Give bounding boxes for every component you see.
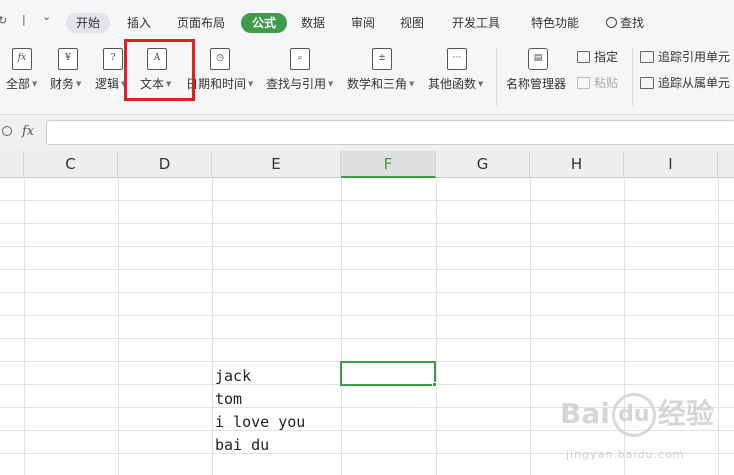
grid-line (0, 315, 734, 316)
tab-formulas[interactable]: 公式 (241, 13, 288, 33)
tab-special[interactable]: 特色功能 (531, 13, 579, 33)
tab-view[interactable]: 视图 (400, 13, 424, 33)
name-manager-icon: ▤ (528, 48, 548, 70)
math-trig-label: 数学和三角 ▼ (347, 77, 415, 91)
zoom-icon[interactable] (2, 125, 12, 140)
all-functions-button[interactable]: fx 全部 ▼ (6, 44, 46, 108)
tab-data[interactable]: 数据 (301, 13, 325, 33)
all-functions-label: 全部 ▼ (6, 77, 38, 91)
paste-label: 粘贴 (594, 76, 619, 90)
column-header-h[interactable]: H (530, 151, 624, 178)
cell-e-i-love-you[interactable]: i love you (215, 413, 305, 431)
date-time-button[interactable]: ◷ 日期和时间 ▼ (186, 44, 258, 108)
finance-icon: ¥ (58, 48, 78, 70)
logic-icon: ? (103, 48, 123, 70)
paste-icon (577, 77, 590, 89)
cell-e-bai-du[interactable]: bai du (215, 436, 269, 454)
trace-dependents-button[interactable]: 追踪从属单元 (640, 74, 730, 92)
lookup-icon: ⌕ (290, 48, 310, 70)
clock-icon: ◷ (210, 48, 230, 70)
assign-label: 指定 (594, 50, 619, 64)
highlight-box (124, 39, 195, 101)
formula-input[interactable] (46, 120, 734, 145)
column-header-f[interactable]: F (341, 151, 436, 178)
tab-search[interactable]: 查找 (606, 13, 644, 33)
column-header-i[interactable]: I (624, 151, 718, 178)
selected-cell[interactable] (340, 361, 436, 386)
column-header-e[interactable]: E (212, 151, 341, 178)
math-icon: ± (372, 48, 392, 70)
formula-bar: fx (0, 115, 734, 151)
fill-handle[interactable] (432, 382, 437, 387)
other-functions-label: 其他函数 ▼ (428, 77, 484, 91)
logic-label: 逻辑 ▼ (95, 77, 127, 91)
lookup-reference-label: 查找与引用 ▼ (266, 77, 334, 91)
trace-precedents-label: 追踪引用单元 (658, 50, 731, 64)
grid-line (0, 338, 734, 339)
vertical-divider: | (22, 13, 26, 26)
grid-line (0, 200, 734, 201)
search-icon (606, 17, 617, 28)
cell-e-tom[interactable]: tom (215, 390, 242, 408)
tab-home[interactable]: 开始 (66, 13, 111, 33)
function-icon: fx (12, 48, 32, 70)
finance-button[interactable]: ¥ 财务 ▼ (50, 44, 90, 108)
finance-label: 财务 ▼ (50, 77, 82, 91)
math-trig-button[interactable]: ± 数学和三角 ▼ (347, 44, 421, 108)
tab-page-layout[interactable]: 页面布局 (177, 13, 225, 33)
ribbon-separator (632, 48, 633, 106)
name-manager-button[interactable]: ▤ 名称管理器 (506, 44, 572, 108)
ribbon: fx 全部 ▼ ¥ 财务 ▼ ? 逻辑 ▼ A 文本 ▼ ◷ 日期和时间 ▼ ⌕ 查找与引… (0, 44, 734, 115)
paw-icon: du (611, 393, 656, 437)
column-header-c[interactable]: C (24, 151, 118, 178)
table-icon (577, 51, 590, 63)
menu-bar: ↻ | ⌄ 开始 插入 页面布局 公式 数据 审阅 视图 开发工具 特色功能 查… (0, 0, 734, 44)
grid-line (0, 246, 734, 247)
grid-line (0, 223, 734, 224)
name-manager-label: 名称管理器 (506, 77, 567, 91)
cell-e-jack[interactable]: jack (215, 367, 251, 385)
paste-button[interactable]: 粘贴 (577, 74, 618, 92)
insert-function-icon[interactable]: fx (22, 124, 34, 139)
more-functions-icon: ··· (447, 48, 467, 70)
lookup-reference-button[interactable]: ⌕ 查找与引用 ▼ (266, 44, 340, 108)
trace-precedents-button[interactable]: 追踪引用单元 (640, 48, 730, 66)
quick-access-dropdown-icon[interactable]: ⌄ (42, 10, 51, 23)
redo-icon[interactable]: ↻ (0, 14, 7, 27)
trace-dependents-label: 追踪从属单元 (658, 76, 731, 90)
column-header-g[interactable]: G (436, 151, 530, 178)
trace-dependents-icon (640, 77, 654, 89)
watermark-text-left: Bai (560, 397, 610, 430)
grid-line (0, 269, 734, 270)
ribbon-separator (496, 48, 497, 106)
tab-review[interactable]: 审阅 (351, 13, 375, 33)
column-header-d[interactable]: D (118, 151, 212, 178)
trace-precedents-icon (640, 51, 654, 63)
other-functions-button[interactable]: ··· 其他函数 ▼ (428, 44, 490, 108)
column-header-b[interactable] (0, 151, 24, 178)
baidu-watermark-logo: Bai du 经验 (560, 392, 730, 452)
watermark-text-right: 经验 (657, 397, 714, 430)
grid-line (0, 292, 734, 293)
date-time-label: 日期和时间 ▼ (186, 77, 254, 91)
assign-button[interactable]: 指定 (577, 48, 618, 66)
watermark-subtitle: jingyan.baidu.com (566, 448, 685, 461)
tab-insert[interactable]: 插入 (127, 13, 151, 33)
search-label: 查找 (620, 16, 645, 30)
tab-developer[interactable]: 开发工具 (452, 13, 500, 33)
